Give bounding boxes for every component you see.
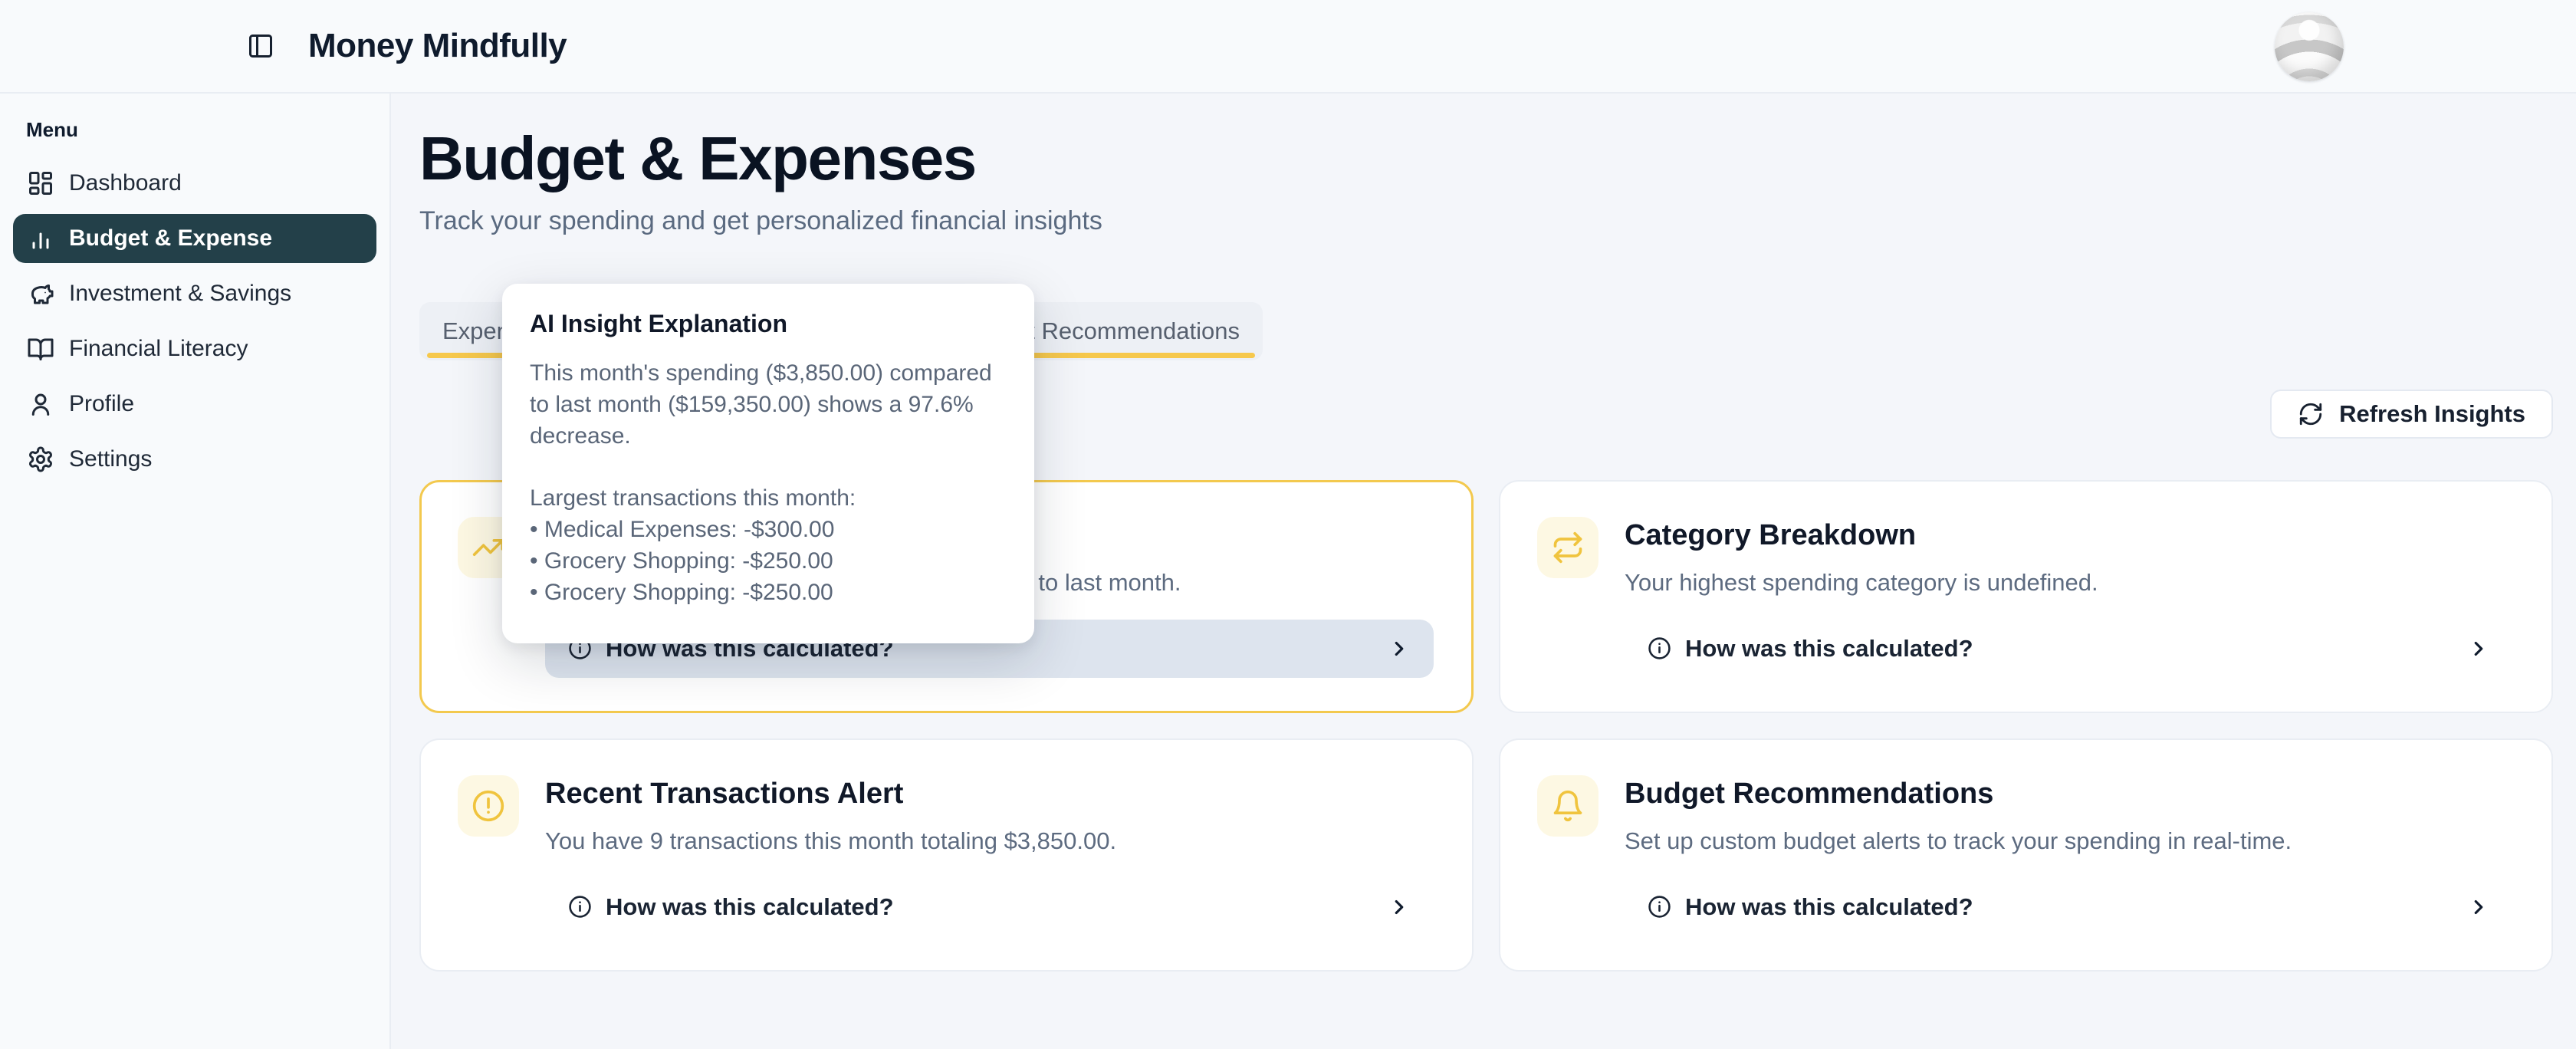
sidebar-toggle-button[interactable]: [247, 32, 274, 60]
page-title: Budget & Expenses: [419, 124, 2553, 193]
card-description: Set up custom budget alerts to track you…: [1625, 826, 2513, 857]
sidebar-item-label: Settings: [69, 446, 152, 472]
how-calculated-link[interactable]: How was this calculated?: [1625, 620, 2513, 678]
refresh-icon: [2298, 401, 2324, 427]
bar-chart-icon: [27, 225, 54, 252]
info-icon: [568, 895, 592, 919]
card-budget-recommendations: Budget Recommendations Set up custom bud…: [1499, 738, 2553, 972]
card-category-breakdown: Category Breakdown Your highest spending…: [1499, 480, 2553, 713]
popup-list-item: • Grocery Shopping: -$250.00: [530, 577, 1007, 608]
sidebar-item-investment-savings[interactable]: Investment & Savings: [13, 269, 376, 318]
popup-title: AI Insight Explanation: [530, 308, 1007, 339]
card-body: Recent Transactions Alert You have 9 tra…: [545, 775, 1434, 939]
gear-icon: [27, 446, 54, 473]
sidebar-item-profile[interactable]: Profile: [13, 380, 376, 429]
chevron-right-icon: [1388, 896, 1411, 919]
sidebar-item-dashboard[interactable]: Dashboard: [13, 159, 376, 208]
user-icon: [27, 390, 54, 418]
sidebar: Menu Dashboard Budget & Expense: [0, 94, 391, 1049]
card-title: Category Breakdown: [1625, 517, 2513, 554]
sidebar-item-label: Budget & Expense: [69, 225, 272, 252]
popup-list-item: • Grocery Shopping: -$250.00: [530, 545, 1007, 577]
sidebar-item-settings[interactable]: Settings: [13, 435, 376, 484]
piggy-bank-icon: [27, 280, 54, 307]
info-icon: [1648, 895, 1671, 919]
how-calculated-link[interactable]: How was this calculated?: [1625, 878, 2513, 936]
popup-paragraph: This month's spending ($3,850.00) compar…: [530, 357, 1007, 452]
user-avatar[interactable]: [2275, 12, 2344, 81]
card-body: Category Breakdown Your highest spending…: [1625, 517, 2513, 681]
card-recent-transactions-alert: Recent Transactions Alert You have 9 tra…: [419, 738, 1474, 972]
app-title: Money Mindfully: [308, 27, 567, 65]
bell-icon: [1537, 775, 1598, 837]
sidebar-item-label: Profile: [69, 391, 134, 417]
how-calculated-link[interactable]: How was this calculated?: [545, 878, 1434, 936]
repeat-icon: [1537, 517, 1598, 578]
panel-left-icon: [247, 32, 274, 60]
sidebar-section-label: Menu: [26, 118, 389, 142]
ai-insight-popup: AI Insight Explanation This month's spen…: [502, 284, 1034, 643]
sidebar-item-label: Investment & Savings: [69, 281, 291, 307]
popup-list-item: • Medical Expenses: -$300.00: [530, 514, 1007, 545]
sidebar-nav: Dashboard Budget & Expense Investment & …: [0, 159, 389, 484]
popup-list-heading: Largest transactions this month:: [530, 482, 1007, 514]
sidebar-item-label: Financial Literacy: [69, 336, 248, 362]
card-title: Recent Transactions Alert: [545, 775, 1434, 812]
app-header: Money Mindfully: [0, 0, 2576, 94]
how-calculated-label: How was this calculated?: [1685, 893, 1973, 921]
card-title: Budget Recommendations: [1625, 775, 2513, 812]
how-calculated-label: How was this calculated?: [1685, 635, 1973, 663]
sidebar-item-budget-expense[interactable]: Budget & Expense: [13, 214, 376, 263]
chevron-right-icon: [2467, 896, 2490, 919]
card-description: You have 9 transactions this month total…: [545, 826, 1434, 857]
alert-circle-icon: [458, 775, 519, 837]
chevron-right-icon: [1388, 637, 1411, 660]
sidebar-item-label: Dashboard: [69, 170, 182, 196]
dashboard-icon: [27, 169, 54, 197]
card-body: Budget Recommendations Set up custom bud…: [1625, 775, 2513, 939]
refresh-insights-button[interactable]: Refresh Insights: [2270, 390, 2553, 439]
info-icon: [1648, 636, 1671, 660]
popup-transactions-list: Largest transactions this month: • Medic…: [530, 482, 1007, 608]
page-subtitle: Track your spending and get personalized…: [419, 204, 2553, 238]
refresh-insights-label: Refresh Insights: [2339, 400, 2525, 428]
how-calculated-label: How was this calculated?: [606, 893, 894, 921]
card-description: Your highest spending category is undefi…: [1625, 567, 2513, 598]
book-open-icon: [27, 335, 54, 363]
chevron-right-icon: [2467, 637, 2490, 660]
sidebar-item-financial-literacy[interactable]: Financial Literacy: [13, 324, 376, 373]
